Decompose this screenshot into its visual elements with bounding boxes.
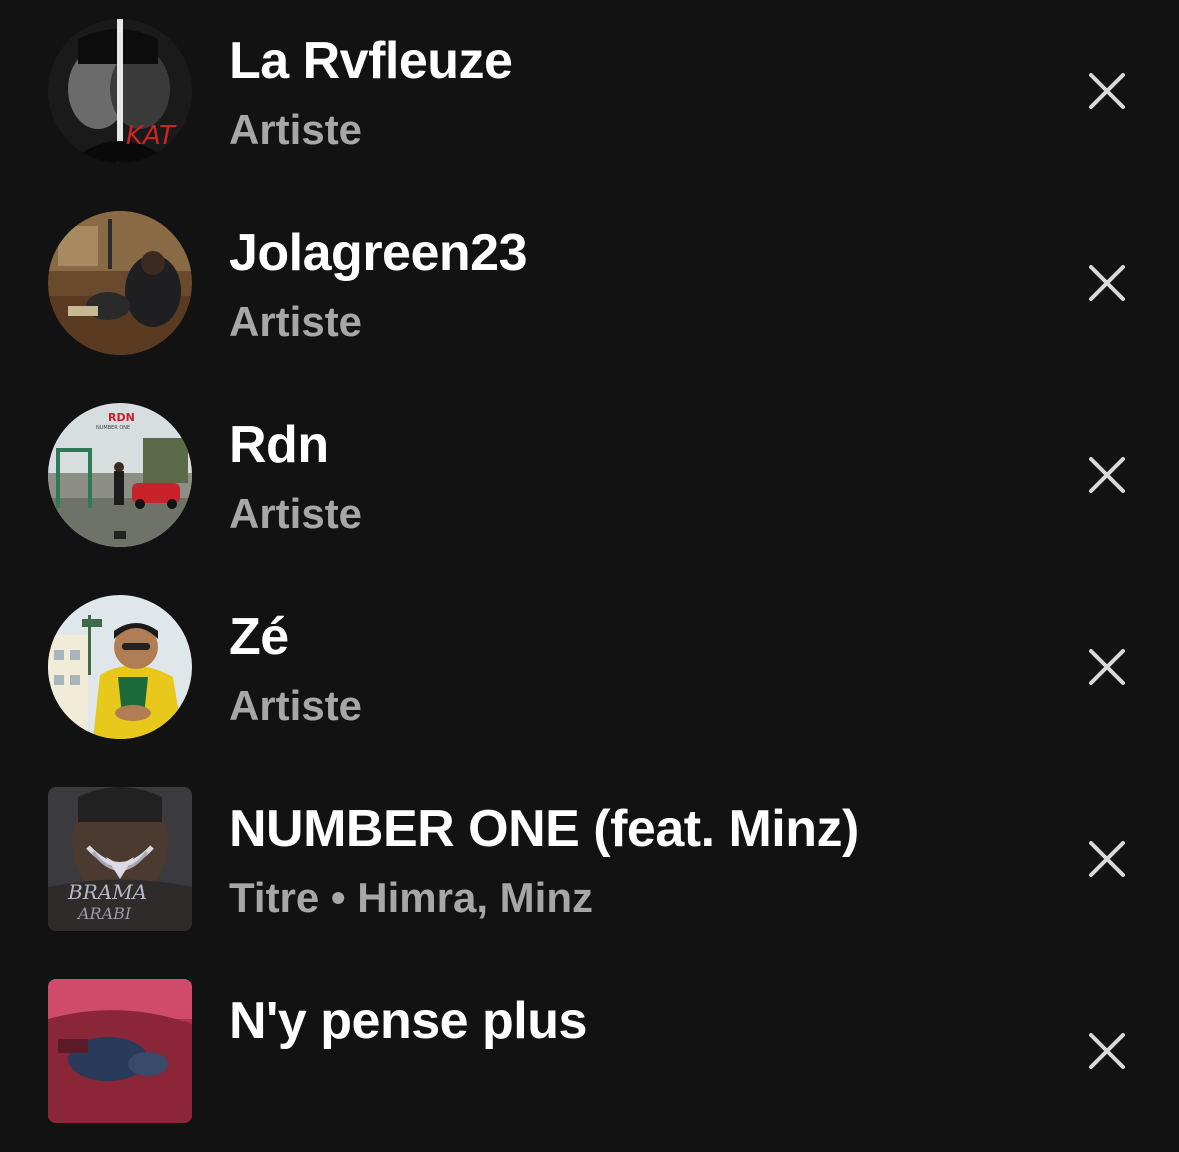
close-icon [1089, 265, 1125, 301]
svg-text:ARABI: ARABI [76, 904, 132, 923]
artist-avatar: RDN NUMBER ONE [48, 403, 192, 547]
artist-avatar: KAT [48, 19, 192, 163]
svg-text:BRAMA: BRAMA [67, 880, 147, 904]
item-title: Jolagreen23 [229, 224, 528, 282]
list-item[interactable]: RDN NUMBER ONE Rdn Artiste [0, 384, 1179, 576]
list-item[interactable]: Jolagreen23 Artiste [0, 192, 1179, 384]
item-title: Rdn [229, 416, 329, 474]
list-item[interactable]: Zé Artiste [0, 576, 1179, 768]
item-subtitle: Artiste [229, 490, 363, 537]
remove-button[interactable] [1082, 66, 1132, 116]
remove-button[interactable] [1082, 642, 1132, 692]
close-icon [1089, 73, 1125, 109]
remove-button[interactable] [1082, 258, 1132, 308]
close-icon [1089, 841, 1125, 877]
item-subtitle: Titre • Himra, Minz [229, 874, 593, 921]
remove-button[interactable] [1082, 450, 1132, 500]
item-subtitle: Artiste [229, 298, 363, 345]
item-subtitle: Artiste [229, 106, 363, 153]
close-icon [1089, 457, 1125, 493]
track-cover [48, 979, 192, 1123]
artist-avatar [48, 211, 192, 355]
remove-button[interactable] [1082, 834, 1132, 884]
item-subtitle: Artiste [229, 682, 363, 729]
list-item[interactable]: KAT La Rvfleuze Artiste [0, 0, 1179, 192]
close-icon [1089, 1033, 1125, 1069]
list-item[interactable]: BRAMA ARABI NUMBER ONE (feat. Minz) Titr… [0, 768, 1179, 960]
item-title: Zé [229, 608, 289, 666]
artist-avatar [48, 595, 192, 739]
item-title: La Rvfleuze [229, 32, 513, 90]
close-icon [1089, 649, 1125, 685]
list-item[interactable]: N'y pense plus [0, 960, 1179, 1152]
remove-button[interactable] [1082, 1026, 1132, 1076]
svg-text:RDN: RDN [108, 411, 135, 424]
track-cover: BRAMA ARABI [48, 787, 192, 931]
item-title: NUMBER ONE (feat. Minz) [229, 800, 859, 858]
svg-text:NUMBER ONE: NUMBER ONE [96, 425, 130, 431]
item-title: N'y pense plus [229, 992, 587, 1050]
svg-text:KAT: KAT [126, 121, 177, 151]
